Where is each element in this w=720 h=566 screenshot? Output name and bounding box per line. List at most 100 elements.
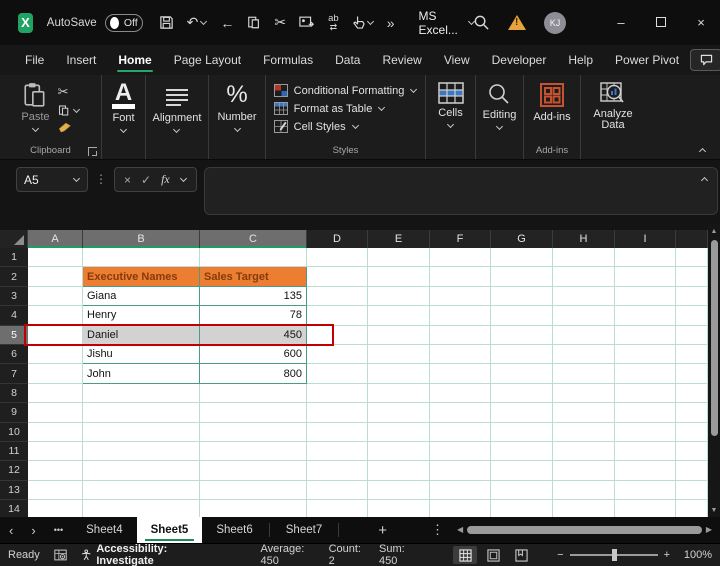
accessibility-status[interactable]: Accessibility: Investigate	[81, 543, 203, 566]
cell-B2[interactable]: Executive Names	[83, 267, 200, 287]
cell-A8[interactable]	[28, 383, 83, 404]
tab-insert[interactable]: Insert	[55, 47, 107, 73]
cell-F14[interactable]	[430, 500, 491, 517]
cell-G1[interactable]	[491, 248, 553, 268]
row-header-3[interactable]: 3	[0, 286, 28, 307]
cell-E2[interactable]	[368, 267, 430, 287]
cell-partial-14[interactable]	[676, 500, 708, 517]
save-button[interactable]	[159, 15, 174, 30]
document-title[interactable]: MS Excel...	[419, 9, 473, 37]
row-header-14[interactable]: 14	[0, 500, 28, 517]
cell-A4[interactable]	[28, 306, 83, 326]
cell-G12[interactable]	[491, 461, 553, 481]
cell-I2[interactable]	[615, 267, 676, 287]
cell-A13[interactable]	[28, 480, 83, 501]
cell-F6[interactable]	[430, 344, 491, 365]
horizontal-scroll-thumb[interactable]	[467, 525, 702, 534]
row-header-7[interactable]: 7	[0, 364, 28, 384]
cell-H11[interactable]	[553, 441, 615, 462]
scroll-down-icon[interactable]: ▼	[711, 503, 718, 517]
alignment-menu-button[interactable]: Alignment	[153, 82, 201, 134]
cell-H13[interactable]	[553, 480, 615, 501]
cell-D4[interactable]	[307, 306, 368, 326]
cell-C1[interactable]	[200, 248, 307, 268]
undo-button[interactable]: ↶	[187, 14, 208, 31]
cut-button[interactable]: ✂	[58, 84, 69, 100]
cell-F1[interactable]	[430, 248, 491, 268]
tab-data[interactable]: Data	[324, 47, 371, 73]
cell-E13[interactable]	[368, 480, 430, 501]
zoom-slider-handle[interactable]	[611, 549, 617, 561]
cell-I3[interactable]	[615, 286, 676, 307]
cell-G7[interactable]	[491, 364, 553, 384]
cell-I4[interactable]	[615, 306, 676, 326]
tab-page-layout[interactable]: Page Layout	[163, 47, 252, 73]
close-button[interactable]: ×	[690, 15, 712, 30]
cell-F10[interactable]	[430, 422, 491, 442]
cell-D14[interactable]	[307, 500, 368, 517]
row-header-9[interactable]: 9	[0, 403, 28, 423]
cell-D11[interactable]	[307, 441, 368, 462]
row-header-8[interactable]: 8	[0, 383, 28, 404]
tab-file[interactable]: File	[14, 47, 55, 73]
cell-E6[interactable]	[368, 344, 430, 365]
cell-F12[interactable]	[430, 461, 491, 481]
cell-A6[interactable]	[28, 344, 83, 365]
cell-partial-4[interactable]	[676, 306, 708, 326]
cell-D1[interactable]	[307, 248, 368, 268]
cell-F11[interactable]	[430, 441, 491, 462]
row-header-11[interactable]: 11	[0, 441, 28, 462]
back-button[interactable]: ←	[220, 15, 234, 31]
cell-partial-10[interactable]	[676, 422, 708, 442]
cell-D5[interactable]	[307, 325, 368, 345]
cell-C12[interactable]	[200, 461, 307, 481]
cell-F2[interactable]	[430, 267, 491, 287]
insert-function-button[interactable]: fx	[161, 172, 170, 187]
cell-H9[interactable]	[553, 403, 615, 423]
cell-A14[interactable]	[28, 500, 83, 517]
cell-A12[interactable]	[28, 461, 83, 481]
column-header-H[interactable]: H	[553, 230, 615, 248]
cell-I9[interactable]	[615, 403, 676, 423]
sheet-tab-sheet4[interactable]: Sheet4	[72, 517, 136, 543]
cell-styles-button[interactable]: Cell Styles	[273, 120, 418, 133]
scroll-left-icon[interactable]: ◀	[457, 525, 463, 534]
column-header-G[interactable]: G	[491, 230, 553, 248]
new-sheet-button[interactable]: +	[369, 517, 396, 543]
zoom-slider[interactable]	[569, 549, 658, 561]
status-average[interactable]: Average: 450	[261, 543, 311, 566]
cell-C10[interactable]	[200, 422, 307, 442]
tab-review[interactable]: Review	[371, 47, 432, 73]
format-painter-button[interactable]	[58, 121, 72, 134]
column-header-I[interactable]: I	[615, 230, 676, 248]
warning-icon[interactable]	[508, 15, 526, 30]
cell-B4[interactable]: Henry	[83, 306, 200, 326]
cell-E4[interactable]	[368, 306, 430, 326]
sheet-list-button[interactable]: •••	[45, 517, 72, 543]
conditional-formatting-button[interactable]: Conditional Formatting	[273, 84, 418, 97]
cell-B9[interactable]	[83, 403, 200, 423]
cell-F8[interactable]	[430, 383, 491, 404]
cell-C7[interactable]: 800	[200, 364, 307, 384]
cell-B10[interactable]	[83, 422, 200, 442]
cell-D9[interactable]	[307, 403, 368, 423]
cell-H12[interactable]	[553, 461, 615, 481]
cell-C13[interactable]	[200, 480, 307, 501]
sheet-tab-sheet7[interactable]: Sheet7	[272, 517, 336, 543]
cells-menu-button[interactable]: Cells	[437, 82, 464, 129]
cell-E11[interactable]	[368, 441, 430, 462]
tab-view[interactable]: View	[433, 47, 481, 73]
touch-mode-button[interactable]	[352, 15, 374, 30]
name-box[interactable]: A5	[16, 167, 88, 192]
cell-A2[interactable]	[28, 267, 83, 287]
cell-E10[interactable]	[368, 422, 430, 442]
cell-H14[interactable]	[553, 500, 615, 517]
cell-H8[interactable]	[553, 383, 615, 404]
cell-A9[interactable]	[28, 403, 83, 423]
row-header-5[interactable]: 5	[0, 325, 28, 345]
cell-A7[interactable]	[28, 364, 83, 384]
zoom-in-button[interactable]: +	[664, 549, 670, 561]
horizontal-scrollbar[interactable]: ◀ ▶	[457, 522, 712, 537]
tab-formulas[interactable]: Formulas	[252, 47, 324, 73]
cell-I6[interactable]	[615, 344, 676, 365]
